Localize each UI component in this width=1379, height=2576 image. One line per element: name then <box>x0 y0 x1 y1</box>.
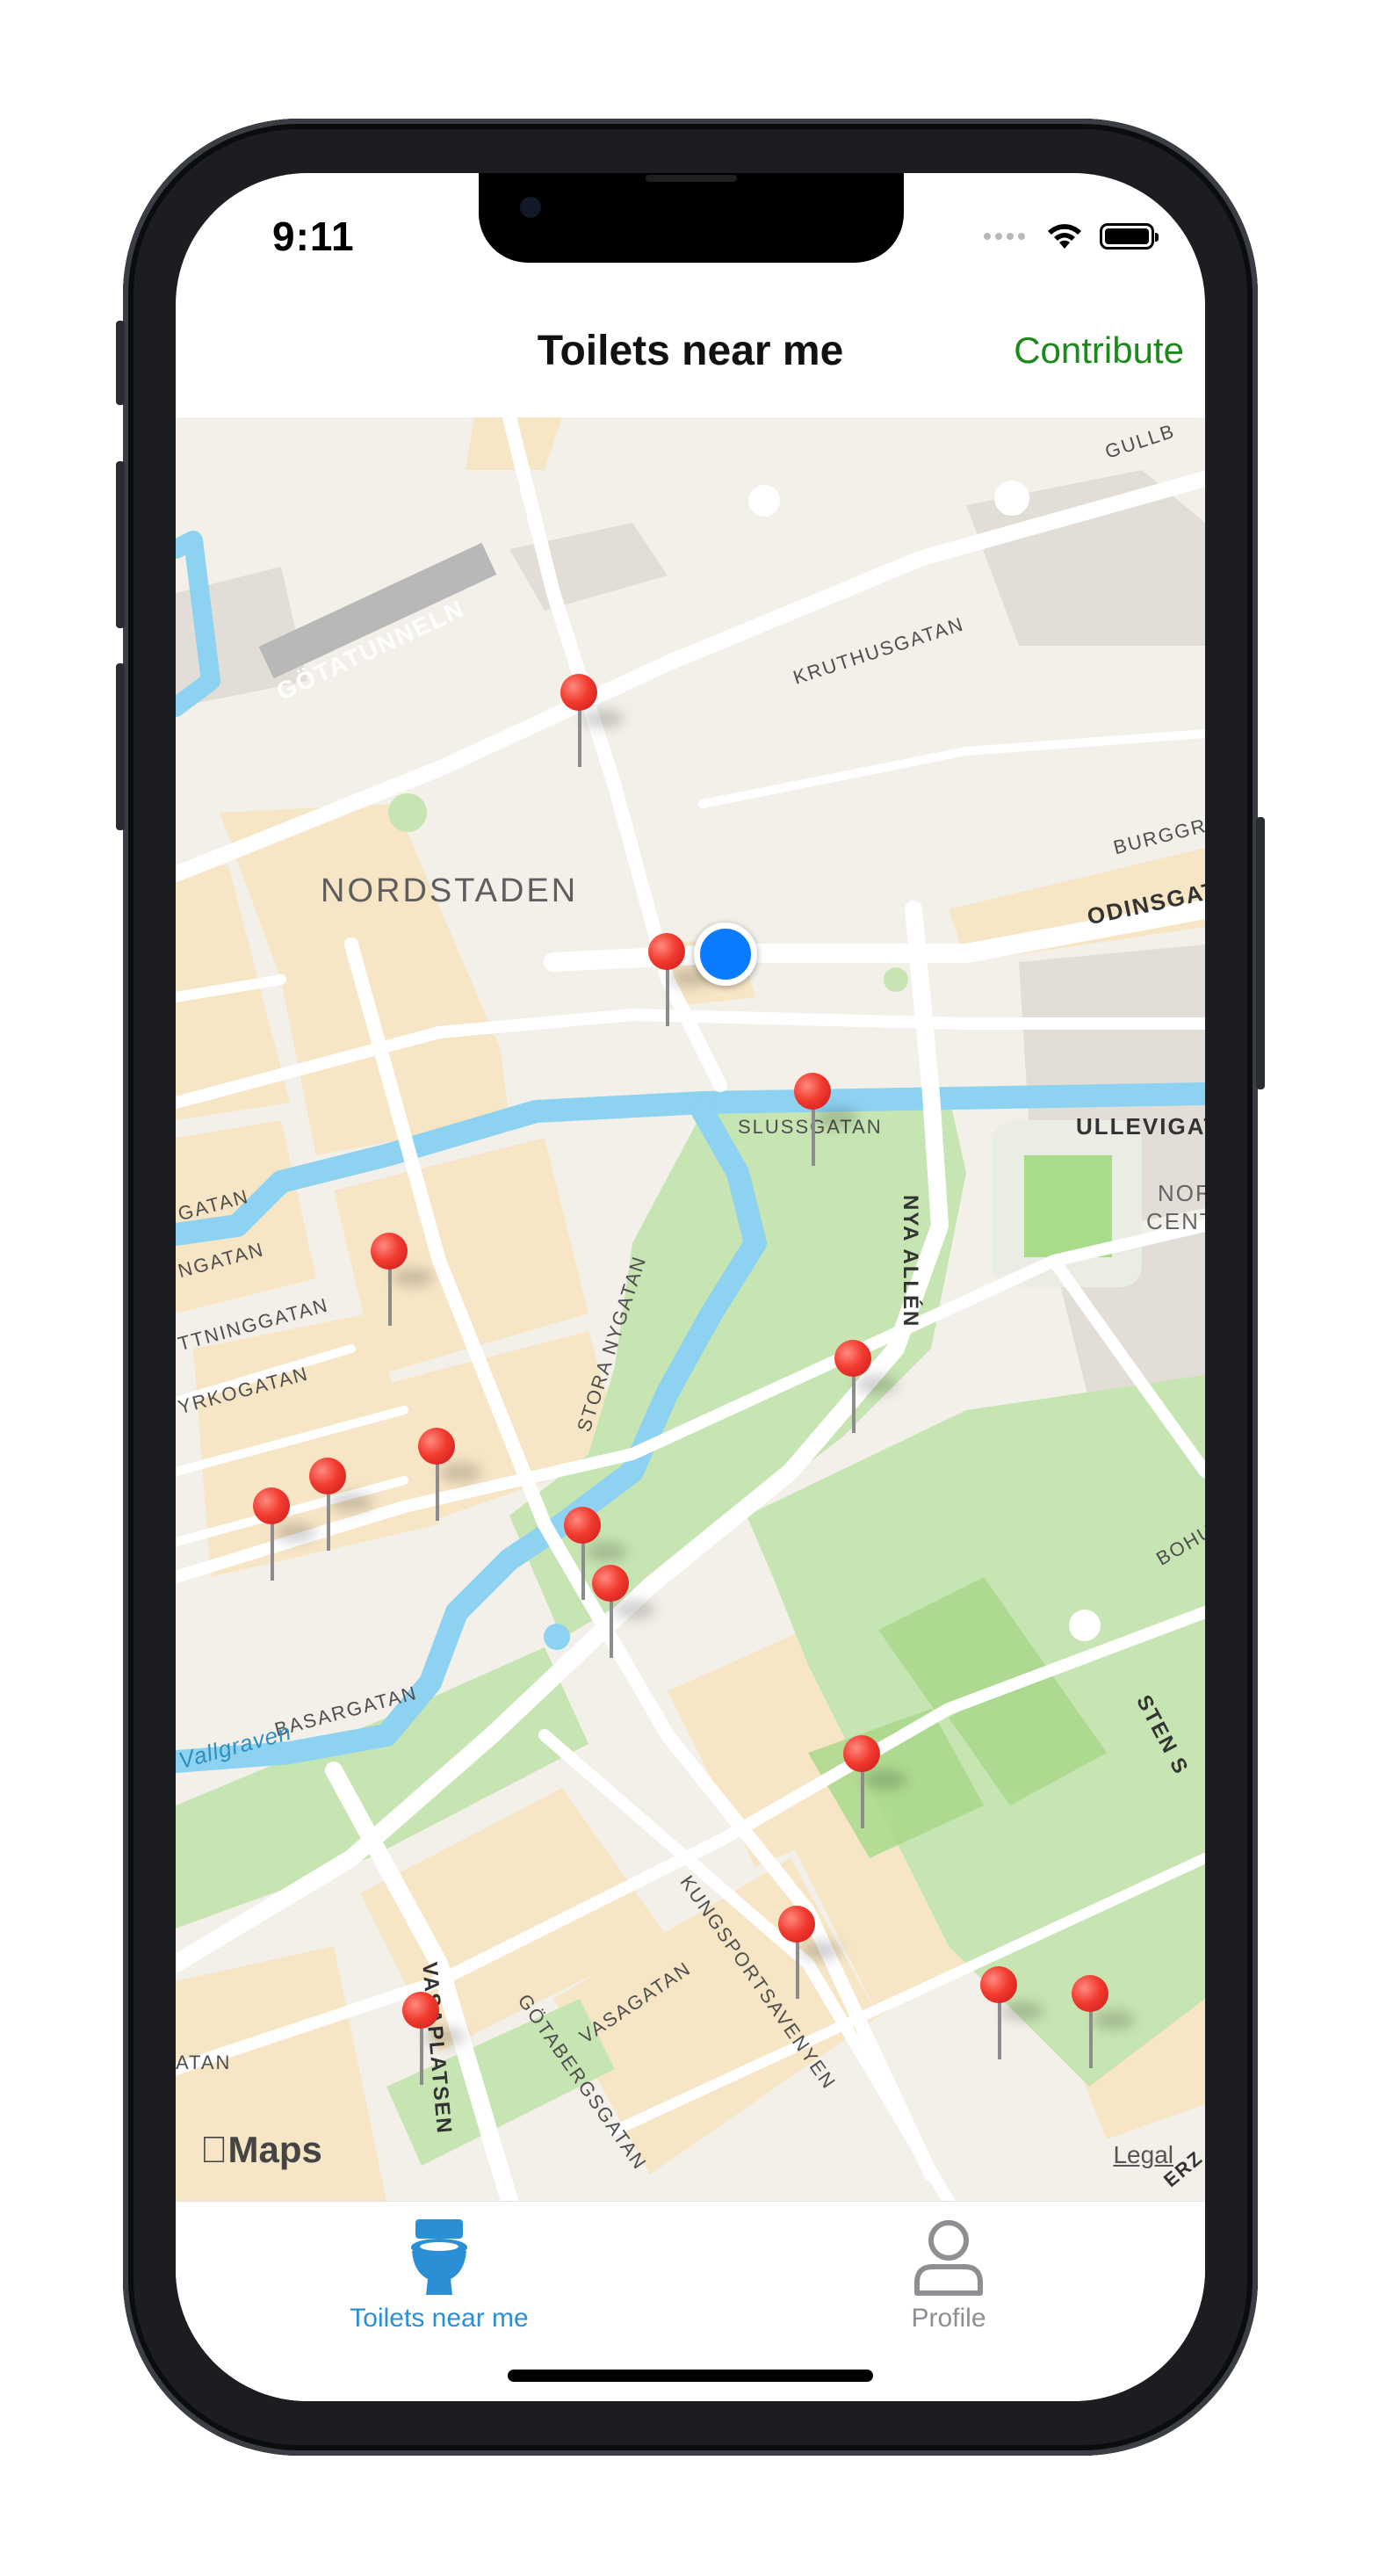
street-label: ATAN <box>176 2051 232 2073</box>
toilet-pin[interactable] <box>778 1906 841 2002</box>
front-camera <box>520 197 541 218</box>
toilet-icon <box>411 2219 467 2295</box>
user-location-dot <box>694 923 757 986</box>
toilet-pin[interactable] <box>371 1233 434 1329</box>
place-label: NOR <box>1158 1180 1205 1206</box>
toilet-pin[interactable] <box>560 674 624 771</box>
phone-frame: 9:11 Toilets near me Contribute GÖTATUNN… <box>116 119 1265 2456</box>
tab-label: Toilets near me <box>350 2304 529 2333</box>
screen: 9:11 Toilets near me Contribute GÖTATUNN… <box>176 173 1205 2401</box>
toilet-pin[interactable] <box>834 1340 898 1436</box>
home-indicator[interactable] <box>508 2370 873 2382</box>
tab-profile[interactable]: Profile <box>782 2202 1115 2334</box>
toilet-pin[interactable] <box>253 1487 316 1584</box>
toilet-pin[interactable] <box>980 1966 1043 2063</box>
apple-logo-icon:  <box>200 2129 228 2170</box>
maps-attribution: Maps <box>200 2129 322 2171</box>
maps-logo-text: Maps <box>200 2129 322 2170</box>
toilet-pin[interactable] <box>648 933 711 1030</box>
toilet-pin[interactable] <box>794 1073 857 1169</box>
legal-link[interactable]: Legal <box>1113 2141 1173 2169</box>
district-label: NORDSTADEN <box>321 872 579 909</box>
status-indicators <box>984 219 1159 254</box>
contribute-button[interactable]: Contribute <box>1014 329 1184 372</box>
map-view[interactable]: GÖTATUNNELN KRUTHUSGATAN GULLB NORDSTADE… <box>176 417 1205 2201</box>
street-label: NYA ALLÉN <box>899 1195 922 1328</box>
power-button <box>1256 817 1265 1089</box>
notch <box>479 173 904 263</box>
mute-switch <box>116 321 125 405</box>
tab-toilets-near-me[interactable]: Toilets near me <box>272 2202 606 2334</box>
signal-dots-icon <box>984 228 1029 244</box>
person-icon <box>914 2220 983 2296</box>
battery-icon <box>1100 223 1159 250</box>
toilet-pin[interactable] <box>402 1992 466 2088</box>
volume-down-button <box>116 663 125 830</box>
street-label: ULLEVIGAT <box>1076 1113 1205 1140</box>
wifi-icon <box>1048 224 1081 249</box>
place-label: CENT <box>1146 1208 1205 1234</box>
tab-label: Profile <box>911 2304 986 2333</box>
toilet-pin[interactable] <box>843 1735 906 1832</box>
toilet-pin[interactable] <box>1072 1975 1135 2072</box>
volume-up-button <box>116 461 125 628</box>
toilet-pin[interactable] <box>309 1458 372 1554</box>
status-time: 9:11 <box>272 213 355 259</box>
earpiece-speaker <box>646 175 737 182</box>
toilet-pin[interactable] <box>418 1428 481 1524</box>
toilet-pin[interactable] <box>592 1565 655 1661</box>
